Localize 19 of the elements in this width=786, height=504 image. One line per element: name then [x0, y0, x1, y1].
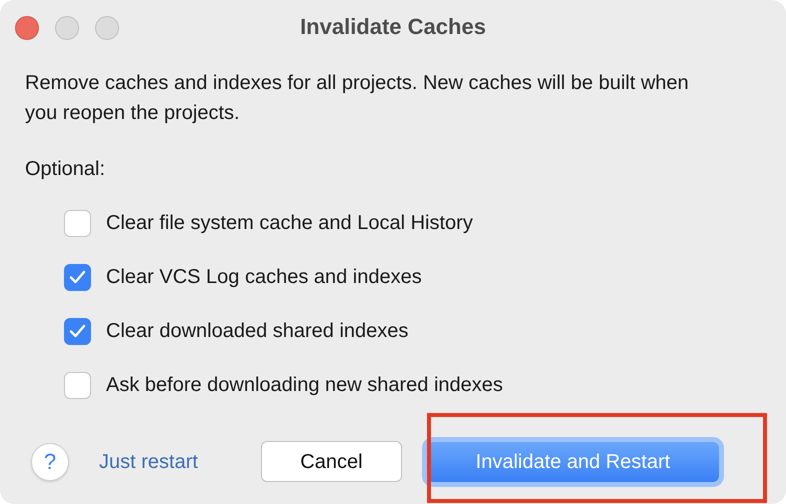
- checkbox[interactable]: [64, 264, 91, 290]
- window-title: Invalidate Caches: [299, 13, 487, 41]
- checkbox[interactable]: [64, 210, 91, 236]
- description-text: Remove caches and indexes for all projects. New caches will be built when you reopen the projects.: [25, 71, 690, 126]
- checkmark-icon: [69, 270, 86, 284]
- checkmark-icon: [69, 324, 86, 338]
- minimize-button[interactable]: [55, 16, 79, 40]
- checkbox-label[interactable]: Clear VCS Log caches and indexes: [106, 262, 422, 292]
- checkbox-label[interactable]: Clear downloaded shared indexes: [106, 316, 408, 346]
- checkbox[interactable]: [64, 318, 91, 344]
- cancel-button[interactable]: Cancel: [260, 441, 402, 482]
- help-button[interactable]: ?: [31, 442, 69, 480]
- close-button[interactable]: [15, 16, 39, 40]
- restart-link[interactable]: Just restart: [99, 446, 198, 476]
- checkbox-label[interactable]: Clear file system cache and Local History: [106, 208, 473, 238]
- zoom-button[interactable]: [95, 16, 119, 40]
- checkbox-label[interactable]: Ask before downloading new shared indexes: [106, 370, 503, 400]
- section-label: Optional:: [25, 157, 106, 182]
- checkbox[interactable]: [64, 372, 91, 398]
